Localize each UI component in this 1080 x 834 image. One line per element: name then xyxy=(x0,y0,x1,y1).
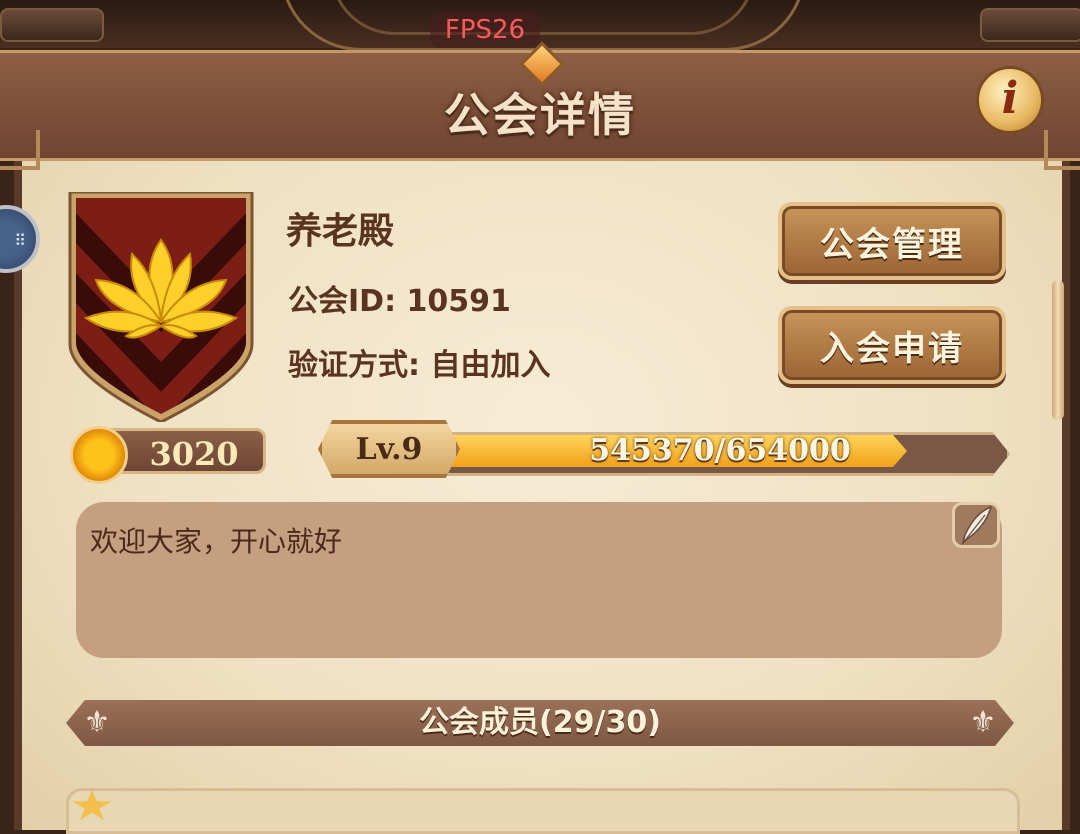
guild-emblem xyxy=(68,192,254,422)
top-right-pillar xyxy=(980,8,1080,42)
members-title: 公会成员(29/30) xyxy=(419,705,661,740)
xp-text: 545370/654000 xyxy=(589,433,851,468)
member-list-card[interactable] xyxy=(66,788,1020,834)
guild-name: 养老殿 xyxy=(286,211,395,252)
info-icon: i xyxy=(1001,73,1019,124)
sun-coin-icon xyxy=(70,426,128,484)
top-ornament-arch-inner xyxy=(330,0,756,35)
info-button[interactable]: i xyxy=(976,66,1044,134)
fps-counter: FPS26 xyxy=(430,12,540,48)
guild-coins-value: 3020 xyxy=(149,435,239,473)
quill-icon xyxy=(961,505,993,546)
scroll-rod xyxy=(1052,280,1064,420)
edit-announcement-button[interactable] xyxy=(952,502,1000,548)
guild-id: 公会ID: 10591 xyxy=(288,284,511,319)
guild-manage-button[interactable]: 公会管理 xyxy=(778,202,1006,280)
announcement-text: 欢迎大家，开心就好 xyxy=(90,525,343,558)
page-title: 公会详情 xyxy=(444,88,636,142)
join-requests-button[interactable]: 入会申请 xyxy=(778,306,1006,384)
corner-ornament-right xyxy=(1044,130,1080,170)
join-method: 验证方式: 自由加入 xyxy=(288,348,551,383)
corner-ornament-left xyxy=(0,130,40,170)
top-left-pillar xyxy=(0,8,104,42)
level-badge: Lv.9 xyxy=(318,420,460,478)
